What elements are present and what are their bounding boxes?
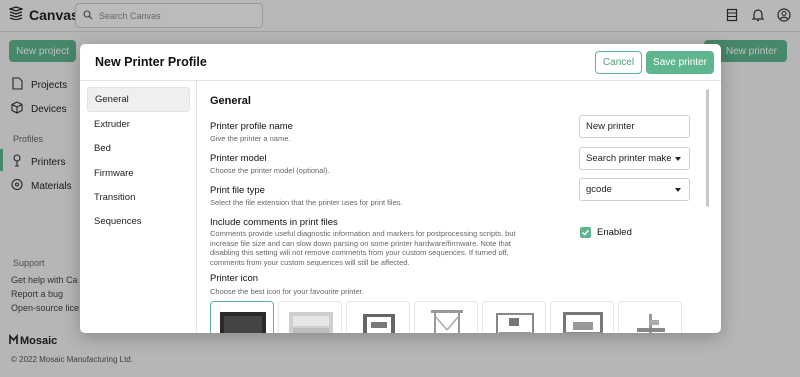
tab-sequences[interactable]: Sequences <box>87 209 190 234</box>
print-file-type-label: Print file type <box>210 185 265 196</box>
tab-firmware[interactable]: Firmware <box>87 161 190 186</box>
include-comments-description-line: comments from your custom sequences will… <box>210 257 410 267</box>
content-scrollbar[interactable] <box>706 89 709 207</box>
print-file-type-select[interactable]: gcode <box>579 178 690 201</box>
profile-name-label: Printer profile name <box>210 121 293 132</box>
dialog-title: New Printer Profile <box>95 55 207 69</box>
enclosed-printer-icon[interactable] <box>278 301 342 333</box>
tab-general[interactable]: General <box>87 87 190 112</box>
checkbox-checked-icon[interactable] <box>580 227 591 238</box>
include-comments-checkbox[interactable]: Enabled <box>580 227 632 238</box>
chevron-down-icon <box>675 156 681 161</box>
tab-transition[interactable]: Transition <box>87 185 190 210</box>
cartesian-printer-icon[interactable] <box>482 301 546 333</box>
delta-printer-icon[interactable] <box>414 301 478 333</box>
tab-extruder[interactable]: Extruder <box>87 112 190 137</box>
profile-name-description: Give the printer a name. <box>210 134 291 143</box>
checkbox-label: Enabled <box>597 227 632 238</box>
printer-icon-picker <box>210 301 682 333</box>
open-frame-printer-icon[interactable] <box>346 301 410 333</box>
profile-name-input[interactable]: New printer <box>579 115 690 138</box>
printer-model-description: Choose the printer model (optional). <box>210 166 330 175</box>
section-title: General <box>210 95 251 107</box>
tab-bed[interactable]: Bed <box>87 136 190 161</box>
include-comments-description-line: Comments provide useful diagnostic infor… <box>210 229 516 238</box>
save-printer-button[interactable]: Save printer <box>646 51 714 74</box>
printer-model-select[interactable]: Search printer make <box>579 147 690 170</box>
include-comments-description-line: increase file size and can slow down par… <box>210 238 511 248</box>
dialog-header: New Printer Profile Cancel Save printer <box>80 44 721 81</box>
cancel-button[interactable]: Cancel <box>595 51 642 74</box>
new-printer-profile-dialog: New Printer Profile Cancel Save printer … <box>80 44 721 333</box>
bed-slinger-printer-icon[interactable] <box>618 301 682 333</box>
settings-tabs: General Extruder Bed Firmware Transition… <box>80 81 197 333</box>
printer-icon-description: Choose the best icon for your favourite … <box>210 287 364 296</box>
gantry-printer-icon[interactable] <box>550 301 614 333</box>
printer-model-label: Printer model <box>210 153 267 164</box>
settings-content: General Printer profile name Give the pr… <box>198 81 721 333</box>
chevron-down-icon <box>675 187 681 192</box>
printer-model-value: Search printer make <box>586 153 672 164</box>
boxed-printer-icon[interactable] <box>210 301 274 333</box>
include-comments-label: Include comments in print files <box>210 217 338 228</box>
printer-icon-label: Printer icon <box>210 273 259 284</box>
print-file-type-description: Select the file extension that the print… <box>210 198 403 207</box>
print-file-type-value: gcode <box>586 184 612 195</box>
include-comments-description-line: disabling this setting will not remove c… <box>210 248 509 257</box>
